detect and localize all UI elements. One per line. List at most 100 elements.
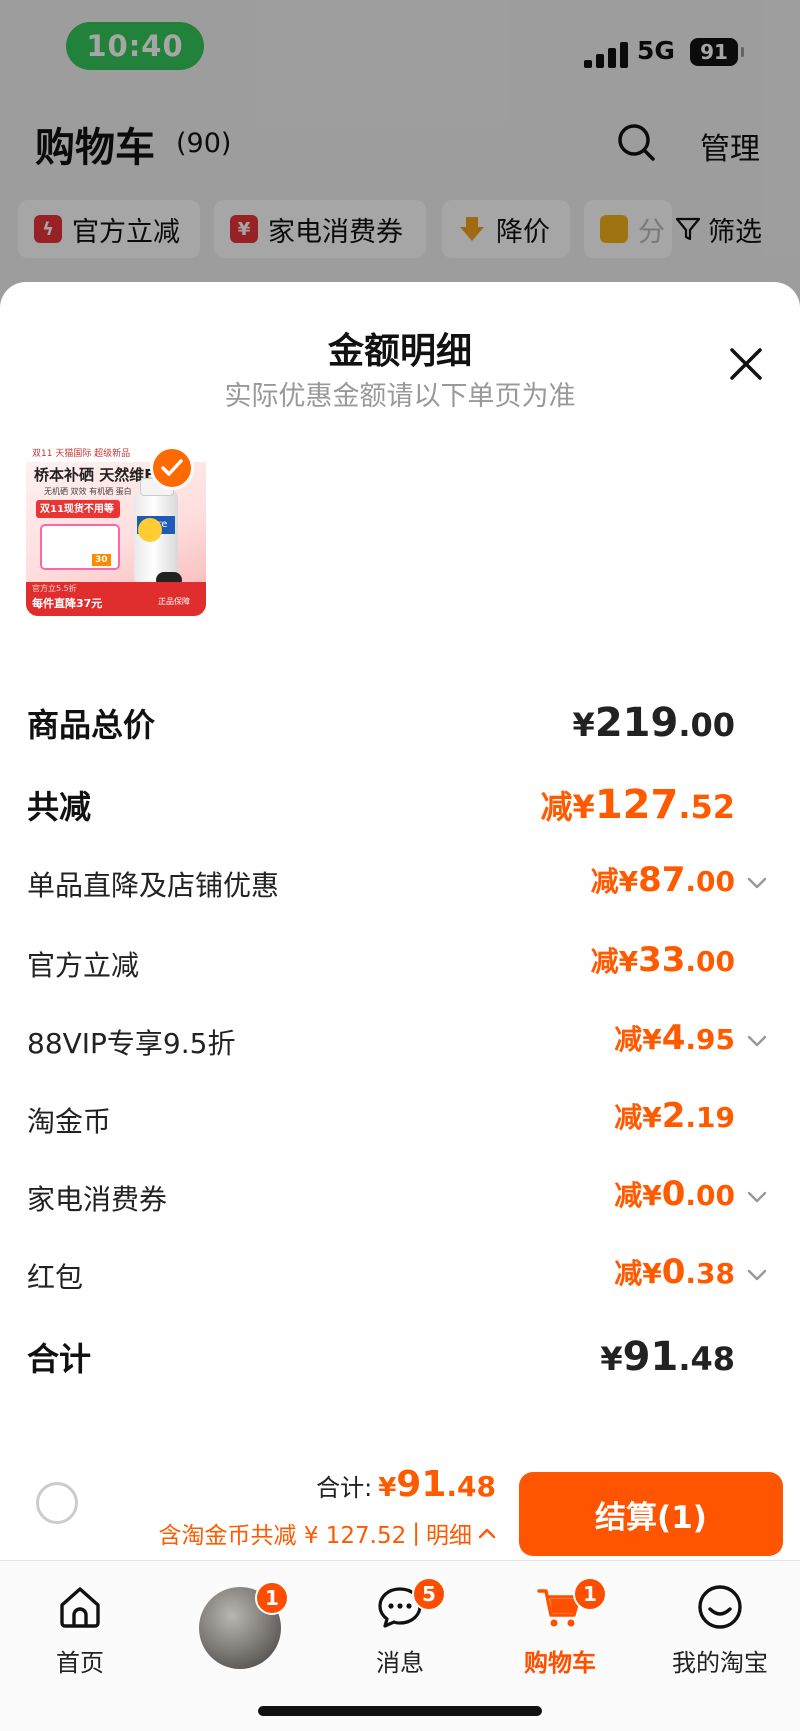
price-row-value: 减 ¥127.52 (541, 782, 735, 828)
price-row-label: 家电消费券 (27, 1183, 168, 1216)
chevron-down-icon[interactable] (746, 1268, 768, 1282)
price-row[interactable]: 红包 减 ¥0.38 (0, 1246, 800, 1306)
price-int: 4 (661, 1018, 686, 1058)
price-row[interactable]: 家电消费券 减 ¥0.00 (0, 1168, 800, 1228)
checkout-button[interactable]: 结算(1) (519, 1472, 783, 1556)
price-row[interactable]: 单品直降及店铺优惠 减 ¥87.00 (0, 854, 800, 914)
price-row: 共减 减 ¥127.52 (0, 776, 800, 836)
price-row-label: 单品直降及店铺优惠 (27, 869, 280, 902)
price-row-label: 88VIP专享9.5折 (27, 1027, 236, 1060)
total-integer: 91 (396, 1464, 447, 1505)
price-row-value: ¥91.48 (600, 1334, 735, 1380)
tab-label: 我的淘宝 (672, 1649, 768, 1677)
price-dec: .95 (685, 1023, 735, 1056)
price-dec: .00 (685, 865, 735, 898)
amount-detail-sheet: 金额明细 实际优惠金额请以下单页为准 双11 天猫国际 超级新品 桥本补硒 天然… (0, 282, 800, 1452)
total-decimal: .48 (446, 1470, 496, 1503)
select-all-radio[interactable] (36, 1482, 78, 1524)
price-symbol: ¥ (642, 1179, 662, 1212)
checkout-bar: 合计: ¥ 91 .48 含淘金币共减 ¥ 127.52 | 明细 结算(1) (0, 1452, 800, 1560)
tab-label: 购物车 (524, 1649, 596, 1677)
savings-separator: | (412, 1520, 420, 1546)
price-prefix: 减 (590, 865, 619, 898)
price-dec: .00 (678, 706, 735, 744)
price-row-label: 官方立减 (27, 949, 140, 982)
thumb-card: 30 (40, 524, 120, 570)
price-symbol: ¥ (618, 865, 639, 898)
price-row-value: 减 ¥33.00 (591, 940, 735, 980)
chevron-down-icon[interactable] (746, 1034, 768, 1048)
smile-icon (698, 1585, 742, 1629)
thumb-subline: 无机硒 双效 有机硒 蛋白 (44, 487, 132, 496)
chevron-up-icon (478, 1528, 496, 1539)
tab-badge: 1 (255, 1581, 289, 1615)
total-label: 合计: (316, 1474, 373, 1502)
price-row: 商品总价 ¥219.00 (0, 694, 800, 754)
tab-badge: 1 (573, 1577, 607, 1611)
price-row-value: 减 ¥2.19 (614, 1096, 735, 1136)
tab-label: 消息 (376, 1649, 424, 1677)
price-row-value: 减 ¥4.95 (614, 1018, 735, 1058)
price-dec: .00 (685, 1179, 735, 1212)
price-symbol: ¥ (642, 1023, 662, 1056)
thumb-promo: 双11现货不用等 (36, 500, 120, 518)
chevron-down-icon[interactable] (746, 1190, 768, 1204)
price-row: 合计 ¥91.48 (0, 1328, 800, 1388)
price-symbol: ¥ (572, 788, 595, 826)
price-int: 33 (638, 940, 686, 980)
selected-check-icon[interactable] (150, 446, 194, 490)
price-dec: .19 (685, 1101, 735, 1134)
tab-messages[interactable]: 消息 (320, 1573, 480, 1693)
price-dec: .00 (685, 945, 735, 978)
price-row: 官方立减 减 ¥33.00 (0, 934, 800, 994)
price-int: 0 (661, 1252, 686, 1292)
price-symbol: ¥ (600, 1340, 623, 1378)
detail-label: 明细 (426, 1523, 472, 1549)
tab-badge: 5 (412, 1577, 446, 1611)
thumb-footer-small: 官方立5.5折 (32, 584, 77, 593)
close-icon[interactable] (726, 344, 766, 384)
price-row[interactable]: 88VIP专享9.5折 减 ¥4.95 (0, 1012, 800, 1072)
tab-label: 首页 (56, 1649, 104, 1677)
price-row-label: 商品总价 (27, 706, 156, 744)
savings-detail-toggle[interactable]: 含淘金币共减 ¥ 127.52 | 明细 (159, 1516, 496, 1550)
price-prefix: 减 (614, 1257, 643, 1290)
price-row-value: 减 ¥87.00 (591, 860, 735, 900)
price-prefix: 减 (614, 1179, 643, 1212)
price-symbol: ¥ (618, 945, 639, 978)
price-symbol: ¥ (572, 706, 595, 744)
price-int: 127 (594, 782, 679, 828)
price-int: 91 (622, 1334, 679, 1380)
price-row-value: 减 ¥0.38 (614, 1252, 735, 1292)
price-dec: .52 (678, 788, 735, 826)
thumb-footer-main: 每件直降37元 (32, 597, 103, 610)
thumb-badge (138, 518, 162, 542)
checkout-total: 合计: ¥ 91 .48 (316, 1464, 496, 1505)
total-currency: ¥ (378, 1473, 397, 1503)
sheet-subtitle: 实际优惠金额请以下单页为准 (224, 381, 576, 412)
tab-cart[interactable]: 购物车 (480, 1573, 640, 1693)
price-row-value: ¥219.00 (573, 700, 735, 746)
tab-my-taobao[interactable]: 我的淘宝 (640, 1573, 800, 1693)
price-row-label: 共减 (27, 788, 92, 826)
price-prefix: 减 (540, 788, 573, 826)
price-row: 淘金币 减 ¥2.19 (0, 1090, 800, 1150)
tab-home[interactable]: 首页 (0, 1573, 160, 1693)
thumb-footer: 官方立5.5折 每件直降37元 正品保障 (26, 582, 206, 616)
price-prefix: 减 (590, 945, 619, 978)
thumb-card-tag: 30 (92, 554, 111, 566)
price-row-label: 淘金币 (27, 1105, 112, 1138)
chevron-down-icon[interactable] (746, 876, 768, 890)
thumb-headline: 桥本补硒 天然维E (34, 466, 155, 484)
price-dec: .38 (685, 1257, 735, 1290)
price-row-value: 减 ¥0.00 (614, 1174, 735, 1214)
savings-text: 含淘金币共减 ¥ 127.52 (158, 1523, 407, 1549)
home-icon (60, 1587, 100, 1628)
sheet-title: 金额明细 (327, 331, 472, 372)
price-int: 2 (661, 1096, 686, 1136)
thumb-footer-right: 正品保障 (158, 597, 190, 606)
price-row-label: 合计 (27, 1340, 92, 1378)
price-int: 87 (638, 860, 686, 900)
price-prefix: 减 (614, 1023, 643, 1056)
price-int: 219 (594, 700, 679, 746)
